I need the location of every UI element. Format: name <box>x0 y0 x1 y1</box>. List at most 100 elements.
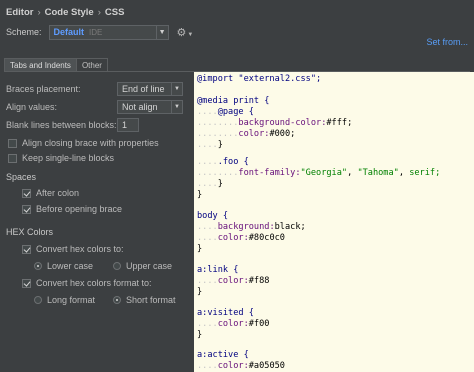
braces-placement-select[interactable]: End of line ▼ <box>117 82 183 96</box>
blank-lines-input[interactable]: 1 <box>117 118 139 132</box>
code-line: @media print { <box>197 96 269 107</box>
code-brace: } <box>197 287 203 297</box>
code-line: } <box>197 244 202 255</box>
code-prop: background: <box>217 222 275 232</box>
checkbox-checked <box>22 278 31 288</box>
code-line: ....background:black; <box>197 222 306 232</box>
code-brace: } <box>197 190 203 200</box>
breadcrumb-separator: › <box>97 6 101 18</box>
code-val: #80c0c0 <box>248 233 285 243</box>
scheme-suffix: IDE <box>89 27 103 37</box>
code-line: ....color:#80c0c0 <box>197 233 285 243</box>
checkbox-unchecked <box>8 138 17 148</box>
chevron-down-icon: ▼ <box>171 101 182 113</box>
code-line: ....color:#f88 <box>197 276 270 286</box>
code-line: a:active { <box>197 350 249 361</box>
convert-hex-checkbox[interactable]: Convert hex colors to: <box>22 242 124 256</box>
code-line: @import "external2.css"; <box>197 74 321 85</box>
radio-selected <box>34 262 42 270</box>
before-brace-checkbox[interactable]: Before opening brace <box>22 202 122 216</box>
align-values-value: Not align <box>122 102 158 112</box>
convert-hex-label: Convert hex colors to: <box>36 244 124 254</box>
align-closing-label: Align closing brace with properties <box>22 138 159 148</box>
checkbox-checked <box>22 204 31 214</box>
code-prop: color: <box>217 319 249 329</box>
before-brace-label: Before opening brace <box>36 204 123 214</box>
code-line: ........font-family:"Georgia", "Tahoma",… <box>197 168 441 178</box>
after-colon-checkbox[interactable]: After colon <box>22 186 79 200</box>
code-prop: color: <box>217 276 249 286</box>
keep-single-line-checkbox[interactable]: Keep single-line blocks <box>8 151 114 165</box>
braces-placement-value: End of line <box>122 84 165 94</box>
checkbox-checked <box>22 244 31 254</box>
breadcrumb-separator: › <box>37 6 41 18</box>
code-media: @media print { <box>197 96 270 106</box>
upper-case-label: Upper case <box>126 261 173 271</box>
breadcrumb-editor[interactable]: Editor <box>6 7 33 18</box>
code-line: ....} <box>197 179 223 189</box>
convert-format-checkbox[interactable]: Convert hex colors format to: <box>22 276 152 290</box>
code-val: #fff; <box>326 118 353 128</box>
blank-lines-label: Blank lines between blocks: <box>6 120 117 130</box>
align-values-select[interactable]: Not align ▼ <box>117 100 183 114</box>
code-selector: a:active { <box>197 350 249 360</box>
code-line: ....color:#f00 <box>197 319 270 329</box>
after-colon-label: After colon <box>36 188 80 198</box>
code-brace: } <box>217 140 223 150</box>
set-from-link[interactable]: Set from... <box>426 37 468 47</box>
upper-case-radio[interactable]: Upper case <box>113 259 172 273</box>
code-prop: color: <box>238 129 270 139</box>
long-format-radio[interactable]: Long format <box>34 293 95 307</box>
code-line: ........color:#000; <box>197 129 296 139</box>
code-brace: } <box>197 244 203 254</box>
chevron-down-icon: ▼ <box>155 25 168 39</box>
radio-selected <box>113 296 121 304</box>
code-selector: a:visited { <box>197 308 254 318</box>
radio-unselected <box>113 262 121 270</box>
code-prop: color: <box>217 361 249 371</box>
code-import: @import "external2.css"; <box>197 74 322 84</box>
braces-placement-row: Braces placement: <box>6 82 81 96</box>
radio-unselected <box>34 296 42 304</box>
align-values-row: Align values: <box>6 100 57 114</box>
code-val: #000; <box>269 129 296 139</box>
breadcrumb-css: CSS <box>104 6 125 18</box>
align-values-label: Align values: <box>6 102 58 112</box>
code-line: ....color:#a05050 <box>197 361 285 371</box>
short-format-radio[interactable]: Short format <box>113 293 176 307</box>
tab-other[interactable]: Other <box>76 58 108 72</box>
code-line: } <box>197 330 202 341</box>
breadcrumb-code-style[interactable]: Code Style <box>45 7 94 18</box>
long-format-label: Long format <box>47 295 96 305</box>
align-closing-checkbox[interactable]: Align closing brace with properties <box>8 136 159 150</box>
scheme-label: Scheme: <box>6 27 42 37</box>
lower-case-label: Lower case <box>47 261 94 271</box>
code-brace: } <box>217 179 223 189</box>
breadcrumb: Editor › Code Style › CSS <box>6 6 124 18</box>
code-line: ....} <box>197 140 223 150</box>
code-string: "Georgia" <box>300 168 348 178</box>
code-string: "Tahoma" <box>357 168 399 178</box>
lower-case-radio[interactable]: Lower case <box>34 259 93 273</box>
options-panel: Braces placement: End of line ▼ Align va… <box>0 72 194 372</box>
code-val: #a05050 <box>248 361 285 371</box>
braces-placement-label: Braces placement: <box>6 84 81 94</box>
blank-lines-row: Blank lines between blocks: <box>6 118 117 132</box>
scheme-select[interactable]: Default IDE ▼ <box>48 24 169 40</box>
code-line: .....foo { <box>197 157 249 167</box>
code-val: serif; <box>409 168 441 178</box>
code-prop: background-color: <box>238 118 327 128</box>
tab-tabs-and-indents[interactable]: Tabs and Indents <box>4 58 77 72</box>
code-line: } <box>197 190 202 201</box>
hex-section-title: HEX Colors <box>6 227 54 237</box>
tab-bar: Tabs and Indents Other <box>4 58 108 72</box>
chevron-down-icon: ▼ <box>171 83 182 95</box>
code-preview: @import "external2.css"; @media print { … <box>194 72 474 372</box>
scheme-value: Default <box>53 27 85 37</box>
code-line: } <box>197 287 202 298</box>
code-prop: color: <box>217 233 249 243</box>
code-line: a:visited { <box>197 308 254 319</box>
code-line: ........background-color:#fff; <box>197 118 353 128</box>
scheme-row: Scheme: Default IDE ▼ ⚙▼ <box>6 24 193 40</box>
gear-icon[interactable]: ⚙▼ <box>177 26 194 39</box>
